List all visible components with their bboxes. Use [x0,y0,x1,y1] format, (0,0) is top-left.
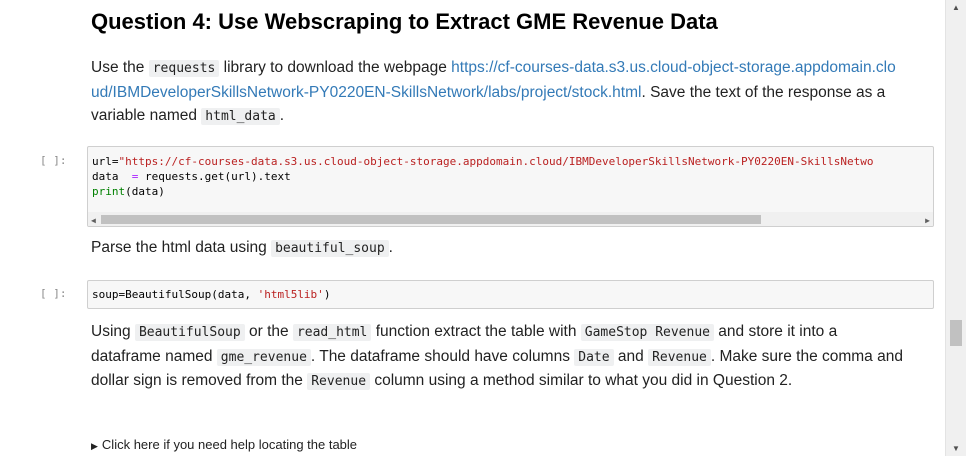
inline-code: requests [148,60,220,77]
help-details-toggle[interactable]: ▶ Click here if you need help locating th… [91,437,357,452]
inline-code: gme_revenue [216,348,311,366]
cell-prompt: [ ]: [40,154,67,167]
cell-prompt: [ ]: [40,287,67,300]
text: Parse the html data using [91,239,272,256]
inline-code: BeautifulSoup [134,324,245,341]
text: . [388,239,393,256]
notebook-area: Question 4: Use Webscraping to Extract G… [0,0,946,456]
inline-code: read_html [292,324,372,341]
inline-code: beautiful_soup [271,240,389,257]
scroll-up-icon[interactable]: ▲ [952,3,960,12]
code-cell-soup[interactable]: soup=BeautifulSoup(data, 'html5lib') [87,280,934,309]
markdown-paragraph-parse: Parse the html data using beautiful_soup… [91,236,393,261]
inline-code: Revenue [307,373,371,390]
text: . The dataframe should have columns [310,347,575,365]
scroll-down-icon[interactable]: ▼ [952,444,960,453]
inline-code: Date [574,348,614,366]
text: and [613,347,649,365]
disclosure-triangle-icon[interactable]: ▶ [91,441,98,451]
scroll-right-icon[interactable]: ▶ [925,213,930,226]
question-heading: Question 4: Use Webscraping to Extract G… [91,9,718,34]
inline-code: Revenue [648,348,711,366]
inline-code: GameStop Revenue [580,324,714,341]
markdown-paragraph-extract: Using BeautifulSoup or the read_html fun… [91,320,911,394]
vertical-scrollbar[interactable]: ▲ ▼ [945,0,966,456]
code-line: soup=BeautifulSoup(data, 'html5lib') [92,288,331,301]
text: column using a method similar to what yo… [370,372,793,389]
code-line: data = requests.get(url).text [92,170,291,183]
text: function extract the table with [371,323,581,340]
code-cell-request[interactable]: url="https://cf-courses-data.s3.us.cloud… [87,146,934,227]
text: library to download the webpage [219,59,452,76]
code-line: url="https://cf-courses-data.s3.us.cloud… [92,155,874,168]
text: Using [91,323,135,340]
horizontal-scroll-thumb[interactable] [101,215,761,224]
text: Use the [91,59,149,76]
code-line: print(data) [92,185,165,198]
details-summary[interactable]: Click here if you need help locating the… [102,437,357,452]
text: . [279,107,285,124]
scroll-left-icon[interactable]: ◀ [91,213,96,226]
markdown-paragraph-requests: Use the requests library to download the… [91,56,901,129]
inline-code: html_data [201,108,280,125]
vertical-scroll-thumb[interactable] [950,320,962,346]
text: or the [244,323,293,340]
horizontal-scrollbar[interactable]: ◀ ▶ [88,212,933,226]
